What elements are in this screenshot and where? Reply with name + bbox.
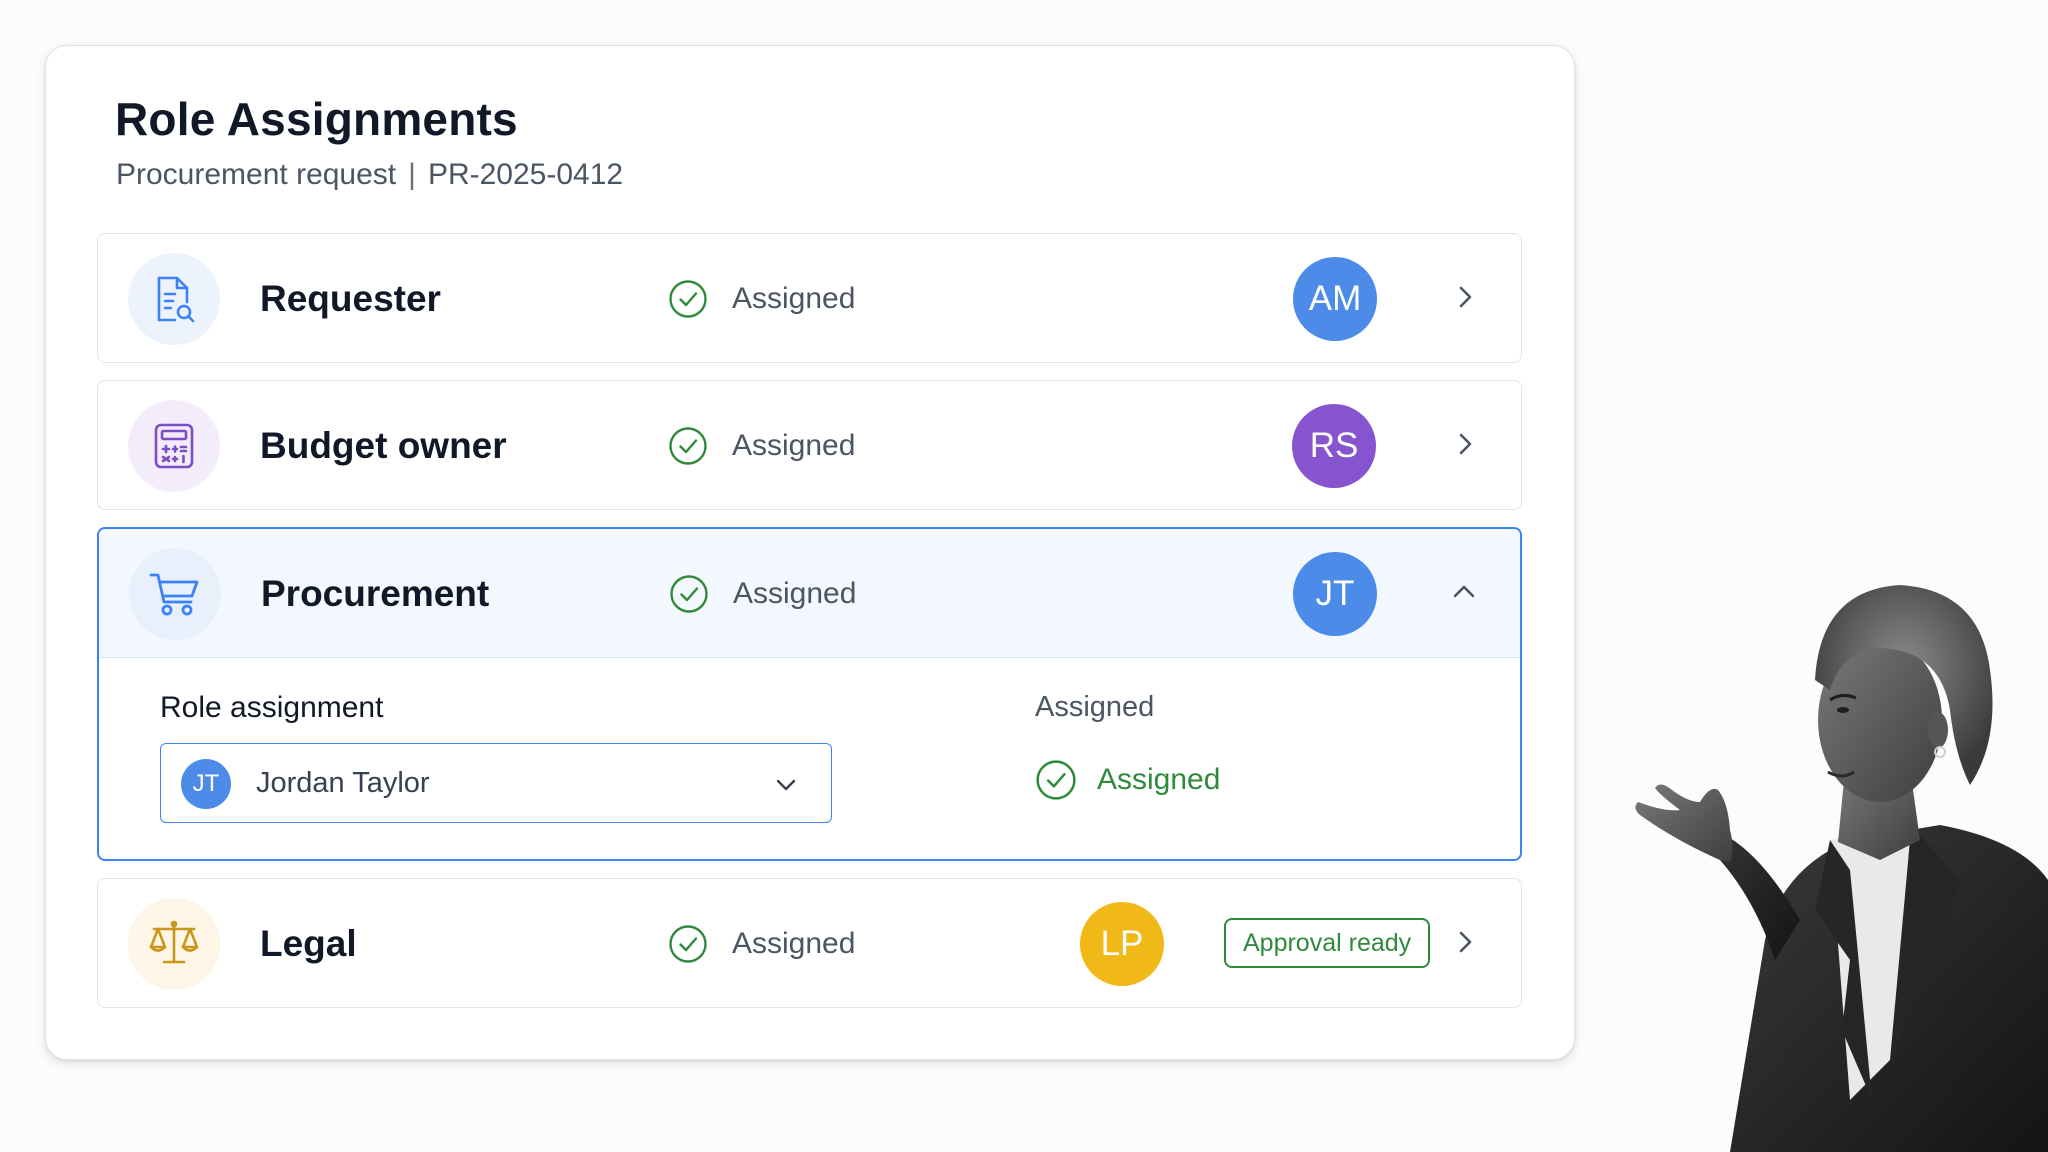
chevron-right-icon[interactable] — [1447, 279, 1483, 315]
calculator-icon — [128, 400, 220, 492]
assigned-column-label: Assigned — [1035, 691, 1155, 723]
selected-assignee: Jordan Taylor — [256, 767, 430, 799]
status-text: Assigned — [732, 927, 856, 960]
role-row-header[interactable]: Procurement Assigned JT — [99, 529, 1520, 658]
role-assignment-label: Role assignment — [160, 691, 384, 724]
avatar[interactable]: LP — [1080, 902, 1164, 986]
subtitle-separator: | — [408, 158, 416, 191]
status-text: Assigned — [733, 577, 857, 610]
panel-title: Role Assignments — [115, 93, 518, 145]
request-id: PR-2025-0412 — [427, 158, 624, 191]
check-circle-icon — [670, 575, 708, 613]
role-row-legal[interactable]: Legal Assigned LP Approval ready — [97, 878, 1522, 1008]
role-name: Requester — [260, 278, 441, 319]
role-row-requester[interactable]: Requester Assigned AM — [97, 233, 1522, 363]
role-status: Assigned — [668, 924, 855, 964]
role-name: Budget owner — [260, 425, 507, 466]
role-assignments-panel: Role Assignments Procurement request | PR-… — [45, 45, 1575, 1060]
shopping-cart-icon — [129, 548, 221, 640]
approval-ready-badge: Approval ready — [1224, 918, 1431, 968]
role-name: Legal — [260, 923, 357, 964]
role-status: Assigned — [668, 279, 855, 319]
chevron-down-icon[interactable] — [771, 770, 801, 800]
role-status: Assigned — [669, 574, 856, 614]
assignment-status-text: Assigned — [1097, 763, 1221, 796]
check-circle-icon — [1036, 760, 1076, 800]
check-circle-icon — [669, 427, 707, 465]
role-row-header[interactable]: Legal Assigned LP Approval ready — [98, 879, 1521, 1007]
assignee-select[interactable]: JT Jordan Taylor — [160, 743, 832, 823]
avatar: JT — [181, 759, 231, 809]
check-circle-icon — [669, 925, 707, 963]
chevron-right-icon[interactable] — [1447, 426, 1483, 462]
panel-subtitle: Procurement request | PR-2025-0412 — [116, 158, 623, 192]
avatar[interactable]: RS — [1292, 404, 1376, 488]
role-name: Procurement — [261, 573, 490, 614]
status-text: Assigned — [732, 429, 856, 462]
role-row-header[interactable]: Requester Assigned AM — [98, 234, 1521, 362]
chevron-right-icon[interactable] — [1447, 924, 1483, 960]
document-search-icon — [128, 253, 220, 345]
role-row-budget-owner[interactable]: Budget owner Assigned RS — [97, 380, 1522, 510]
role-row-procurement[interactable]: Procurement Assigned JT Role assignment … — [97, 527, 1522, 861]
check-circle-icon — [669, 280, 707, 318]
status-text: Assigned — [732, 282, 856, 315]
presenter-illustration — [1635, 585, 2048, 1152]
assignment-status: Assigned — [1035, 759, 1220, 801]
role-status: Assigned — [668, 426, 855, 466]
avatar[interactable]: JT — [1293, 552, 1377, 636]
avatar[interactable]: AM — [1293, 257, 1377, 341]
request-type: Procurement request — [116, 158, 397, 191]
scales-icon — [128, 898, 220, 990]
chevron-up-icon[interactable] — [1446, 574, 1482, 610]
role-row-header[interactable]: Budget owner Assigned RS — [98, 381, 1521, 509]
